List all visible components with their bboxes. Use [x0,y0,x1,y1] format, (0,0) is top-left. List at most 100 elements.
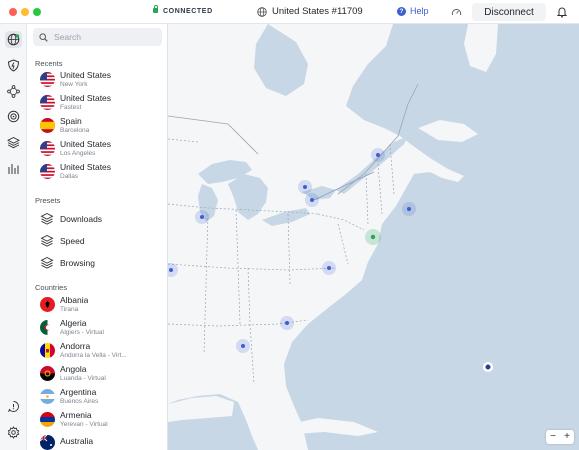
search-input[interactable] [54,32,154,42]
country-name: Spain [60,117,82,126]
recents-heading: Recents [35,59,63,68]
server-marker-dot [303,185,307,189]
feedback-icon[interactable] [5,398,22,415]
city-name: Dallas [60,172,79,180]
server-marker-dot [285,321,289,325]
search-icon [39,32,48,42]
city-name: Fastest [60,103,82,111]
navigation-rail [0,24,27,450]
server-marker-dot [376,153,380,157]
albania-flag-icon [40,297,55,312]
argentina-flag-icon [40,389,55,404]
country-item[interactable]: Albania Tirana [40,294,166,315]
server-marker-dot [169,268,173,272]
country-name: United States [60,71,112,80]
target-icon[interactable] [5,108,22,125]
help-icon: ? [397,6,406,16]
country-name: Argentina [60,388,97,397]
server-marker-dot [407,207,411,211]
algeria-flag-icon [40,320,55,335]
layers-icon [40,234,54,247]
speedometer-icon[interactable] [451,7,462,17]
city-name: Barcelona [60,126,90,134]
country-name: United States [60,140,112,149]
server-sidebar: Recents United StatesNew York United Sta… [27,24,168,450]
presets-heading: Presets [35,196,61,205]
spain-flag-icon [40,118,55,133]
us-flag-icon [40,72,55,87]
preset-label: Browsing [60,258,95,268]
country-name: Albania [60,296,89,305]
globe-icon [257,6,267,17]
zoom-controls: − + [546,430,574,444]
angola-flag-icon [40,366,55,381]
country-item[interactable]: Algeria Algiers - Virtual [40,317,166,338]
armenia-flag-icon [40,412,55,427]
server-map[interactable] [168,24,579,450]
preset-speed[interactable]: Speed [40,232,85,250]
country-name: Australia [60,437,94,447]
zoom-out-button[interactable]: − [546,430,560,444]
city-name: Tirana [60,305,79,313]
recent-item[interactable]: United States Fastest [40,92,166,113]
disconnect-button[interactable]: Disconnect [472,3,546,21]
server-marker-dot [241,344,245,348]
server-marker-dot [327,266,331,270]
bell-icon[interactable] [557,6,567,18]
preset-downloads[interactable]: Downloads [40,210,102,228]
connection-status-label: CONNECTED [163,8,213,15]
server-marker-dot [485,364,491,370]
country-name: United States [60,94,112,103]
zoom-window-button[interactable] [33,8,41,16]
city-name: Luanda - Virtual [60,374,106,382]
map-canvas [168,24,579,450]
country-name: Angola [60,365,87,374]
city-name: Los Angeles [60,149,96,157]
us-flag-icon [40,164,55,179]
gear-icon[interactable] [5,424,22,441]
minimize-window-button[interactable] [21,8,29,16]
layers-icon[interactable] [5,134,22,151]
title-bar: CONNECTED United States #11709 ? Help Dis… [0,0,579,24]
lock-icon [153,5,158,13]
current-server-label: United States #11709 [272,6,363,17]
country-name: Andorra [60,342,91,351]
city-name: Buenos Aires [60,397,99,405]
help-button[interactable]: ? Help [397,6,429,16]
countries-heading: Countries [35,283,68,292]
layers-icon [40,256,54,269]
globe-nav-icon[interactable] [5,31,22,48]
mesh-network-icon[interactable] [5,83,22,100]
country-item[interactable]: Armenia Yerevan - Virtual [40,409,166,430]
country-name: United States [60,163,112,172]
country-item[interactable]: Australia [40,432,166,450]
preset-label: Downloads [60,214,103,224]
recent-item[interactable]: United States Dallas [40,161,166,182]
layers-icon [40,212,54,225]
server-marker-dot [200,215,204,219]
country-item[interactable]: Angola Luanda - Virtual [40,363,166,384]
city-name: Andorra la Vella - Virt... [60,351,127,359]
country-item[interactable]: Argentina Buenos Aires [40,386,166,407]
server-marker-dot [310,198,314,202]
current-server[interactable]: United States #11709 [257,6,363,17]
city-name: Yerevan - Virtual [60,420,108,428]
preset-label: Speed [60,236,85,246]
recent-item[interactable]: United States Los Angeles [40,138,166,159]
close-window-button[interactable] [9,8,17,16]
recent-item[interactable]: United States New York [40,69,166,90]
chart-icon[interactable] [5,160,22,177]
preset-browsing[interactable]: Browsing [40,254,95,272]
country-item[interactable]: Andorra Andorra la Vella - Virt... [40,340,166,361]
search-box[interactable] [33,28,162,46]
us-flag-icon [40,95,55,110]
country-name: Algeria [60,319,87,328]
us-flag-icon [40,141,55,156]
zoom-in-button[interactable]: + [560,430,574,444]
city-name: New York [60,80,88,88]
country-name: Armenia [60,411,92,420]
australia-flag-icon [40,435,55,450]
shield-icon[interactable] [5,57,22,74]
connected-server-marker-dot [370,234,376,240]
recent-item[interactable]: Spain Barcelona [40,115,166,136]
